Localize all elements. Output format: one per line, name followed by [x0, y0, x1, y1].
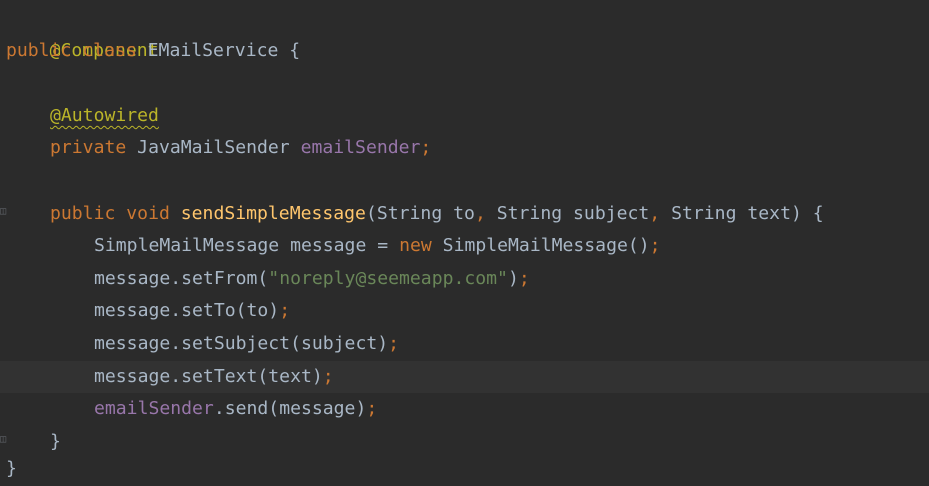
- param-2-name: subject: [573, 202, 650, 224]
- string-literal: "noreply@seemeapp.com": [268, 267, 508, 289]
- code-line-12-current[interactable]: message.setText(text);: [0, 360, 929, 394]
- param-2-type: String: [496, 202, 563, 224]
- keyword-new: new: [399, 235, 432, 257]
- method-name: sendSimpleMessage: [180, 202, 366, 224]
- code-line-4[interactable]: @Autowired: [0, 100, 929, 133]
- comma-2: ,: [649, 202, 661, 224]
- semicolon: ;: [388, 333, 400, 354]
- param-3-type: String: [671, 202, 737, 224]
- semicolon: ;: [279, 300, 291, 322]
- method-call: message.setTo(to): [94, 300, 280, 322]
- close-brace: }: [50, 430, 61, 452]
- keyword-public: public: [6, 39, 72, 61]
- code-line-10[interactable]: message.setTo(to);: [0, 295, 929, 328]
- field-email-sender: emailSender: [300, 137, 421, 159]
- annotation-autowired: @Autowired: [50, 104, 159, 126]
- param-1-name: to: [453, 202, 475, 224]
- semicolon: ;: [420, 137, 432, 159]
- keyword-class: class: [82, 39, 137, 61]
- method-call: .send(message): [213, 398, 367, 420]
- param-1-type: String: [376, 202, 443, 224]
- code-line-13[interactable]: emailSender.send(message);: [0, 393, 929, 426]
- code-line-7[interactable]: public void sendSimpleMessage(String to,…: [0, 198, 929, 231]
- method-call: message.setFrom(: [94, 267, 269, 289]
- field-email-sender: emailSender: [94, 398, 214, 420]
- assign-operator: =: [377, 235, 389, 257]
- code-line-8[interactable]: SimpleMailMessage message = new SimpleMa…: [0, 230, 929, 263]
- field-type: JavaMailSender: [137, 137, 290, 159]
- paren-close: ): [507, 267, 519, 289]
- comma-1: ,: [474, 202, 486, 224]
- code-editor[interactable]: @Component public class EMailService { @…: [0, 0, 929, 486]
- keyword-public: public: [50, 202, 116, 224]
- open-brace: {: [812, 202, 824, 224]
- class-name: EMailService: [147, 39, 279, 61]
- code-line-15[interactable]: }: [0, 453, 929, 486]
- code-line-9[interactable]: message.setFrom("noreply@seemeapp.com");: [0, 263, 929, 296]
- semicolon: ;: [322, 365, 334, 387]
- constructor-call: SimpleMailMessage(): [442, 235, 650, 257]
- keyword-private: private: [50, 137, 127, 159]
- method-call: message.setText(text): [94, 365, 323, 387]
- semicolon: ;: [649, 235, 661, 257]
- semicolon: ;: [366, 398, 378, 420]
- var-type: SimpleMailMessage: [94, 235, 280, 257]
- code-line-5[interactable]: private JavaMailSender emailSender;: [0, 132, 929, 165]
- keyword-void: void: [126, 202, 170, 224]
- method-call: message.setSubject(subject): [94, 333, 389, 354]
- code-line-1[interactable]: @Component: [0, 2, 929, 61]
- param-3-name: text: [747, 202, 791, 224]
- paren-open: (: [365, 202, 377, 224]
- semicolon: ;: [518, 267, 530, 289]
- open-brace: {: [289, 39, 301, 61]
- paren-close: ): [790, 202, 802, 224]
- code-line-11[interactable]: message.setSubject(subject);: [0, 328, 929, 361]
- var-name: message: [290, 235, 367, 257]
- close-brace: }: [6, 458, 17, 480]
- code-line-2[interactable]: public class EMailService {: [0, 35, 929, 68]
